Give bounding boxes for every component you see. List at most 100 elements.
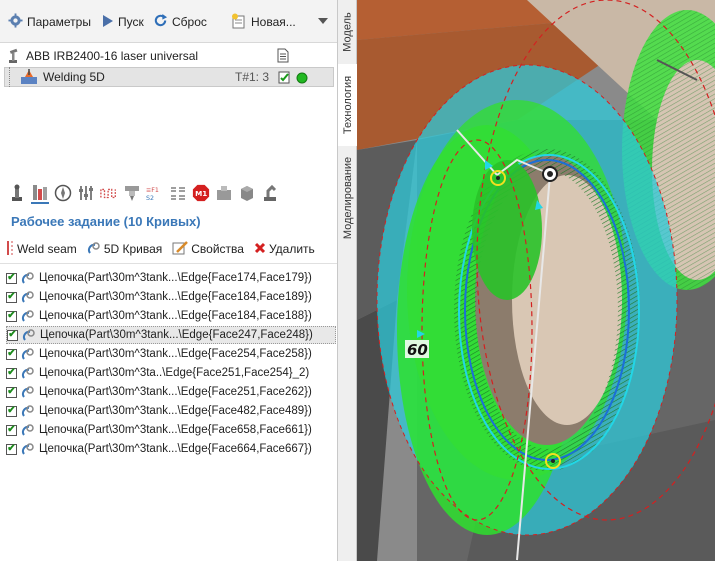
curve-chain-icon xyxy=(21,290,35,304)
weld-seam-icon xyxy=(6,240,14,259)
side-tabbar: Модель Технология Моделирование xyxy=(337,0,358,561)
welding-icon xyxy=(20,69,38,85)
sliders-icon[interactable] xyxy=(77,183,95,203)
compass-icon[interactable] xyxy=(54,183,72,203)
curve-chain-icon xyxy=(87,241,101,258)
curve-chain-icon xyxy=(21,404,35,418)
checkbox[interactable]: ✔ xyxy=(6,367,17,379)
checkbox[interactable]: ✔ xyxy=(6,443,17,455)
new-button[interactable]: Новая... xyxy=(231,13,296,31)
task-title: Рабочее задание (10 Кривых) xyxy=(11,214,201,229)
tree-connector xyxy=(9,67,20,87)
close-icon xyxy=(254,242,266,257)
stock-icon[interactable] xyxy=(215,183,233,203)
edit-check-icon[interactable] xyxy=(278,70,291,87)
curve-label: Цепочка(Part\30m^3tank...\Edge{Face174,F… xyxy=(39,272,312,284)
run-button[interactable]: Пуск xyxy=(102,13,144,31)
properties-icon xyxy=(172,240,189,258)
weld-seam-button[interactable]: Weld seam xyxy=(6,240,77,259)
divider xyxy=(0,263,337,264)
angle-label: 60 xyxy=(407,341,428,359)
tab-technology[interactable]: Технология xyxy=(338,64,358,146)
reset-label: Сброс xyxy=(172,15,207,29)
curve-chain-icon xyxy=(21,423,35,437)
tab-model[interactable]: Модель xyxy=(338,2,358,62)
weld-seam-label: Weld seam xyxy=(17,242,77,256)
order-icon[interactable] xyxy=(169,183,187,203)
properties-label: Свойства xyxy=(191,242,244,256)
run-label: Пуск xyxy=(118,15,144,29)
curve-list-item[interactable]: ✔ Цепочка(Part\30m^3tank...\Edge{Face251,… xyxy=(6,383,336,401)
curve-list-item[interactable]: ✔ Цепочка(Part\30m^3tank...\Edge{Face174,… xyxy=(6,269,336,287)
curve-list-item[interactable]: ✔ Цепочка(Part\30m^3tank...\Edge{Face658,… xyxy=(6,421,336,439)
curve-list-item[interactable]: ✔ Цепочка(Part\30m^3tank...\Edge{Face184,… xyxy=(6,288,336,306)
delete-button[interactable]: Удалить xyxy=(254,242,315,257)
operation-label: Welding 5D xyxy=(43,70,105,84)
play-icon xyxy=(102,14,114,31)
curve-label: Цепочка(Part\30m^3tank...\Edge{Face658,F… xyxy=(39,424,312,436)
robot-label: ABB IRB2400-16 laser universal xyxy=(26,49,199,63)
svg-text:≡F1: ≡F1 xyxy=(146,187,159,194)
robot-settings-icon[interactable] xyxy=(261,183,279,203)
reset-button[interactable]: Сброс xyxy=(153,13,207,31)
tool-icon[interactable] xyxy=(8,183,26,203)
curve-chain-icon xyxy=(22,328,36,342)
tab-simulation[interactable]: Моделирование xyxy=(338,148,358,248)
properties-button[interactable]: Свойства xyxy=(172,240,244,258)
technology-toolbar: ≡F1 S2 M1 xyxy=(8,181,279,205)
curve-label: Цепочка(Part\30m^3tank...\Edge{Face482,F… xyxy=(39,405,312,417)
gear-icon xyxy=(8,13,23,31)
curve-label: Цепочка(Part\30m^3tank...\Edge{Face184,F… xyxy=(39,310,312,322)
curve-list-item[interactable]: ✔ Цепочка(Part\30m^3tank...\Edge{Face482,… xyxy=(6,402,336,420)
curve-list-item[interactable]: ✔ Цепочка(Part\30m^3tank...\Edge{Face664,… xyxy=(6,440,336,458)
wave-path-icon[interactable] xyxy=(100,183,118,203)
new-label: Новая... xyxy=(251,15,296,29)
tool-label: T#1: 3 xyxy=(235,70,270,84)
curve-list-item[interactable]: ✔ Цепочка(Part\30m^3ta..\Edge{Face251,Fac… xyxy=(6,364,336,382)
document-icon[interactable] xyxy=(277,48,289,66)
checkbox[interactable]: ✔ xyxy=(6,405,17,417)
svg-text:M1: M1 xyxy=(195,189,207,198)
left-panel: Параметры Пуск Сброс Новая... ABB IRB240… xyxy=(0,0,337,561)
curve-chain-icon xyxy=(21,271,35,285)
curve-label: Цепочка(Part\30m^3tank...\Edge{Face247,F… xyxy=(40,329,313,341)
checkbox[interactable]: ✔ xyxy=(7,329,18,341)
refresh-icon xyxy=(153,13,168,31)
m1-stop-icon[interactable]: M1 xyxy=(192,183,210,203)
scene-graphic: 60 xyxy=(357,0,715,561)
checkbox[interactable]: ✔ xyxy=(6,310,17,322)
curve-list-item[interactable]: ✔ Цепочка(Part\30m^3tank...\Edge{Face247,… xyxy=(6,326,336,344)
curve-chain-icon xyxy=(21,385,35,399)
checkbox[interactable]: ✔ xyxy=(6,386,17,398)
3d-viewport[interactable]: 60 xyxy=(357,0,715,561)
delete-label: Удалить xyxy=(268,242,315,256)
robot-icon xyxy=(4,48,22,64)
curve-list-item[interactable]: ✔ Цепочка(Part\30m^3tank...\Edge{Face184,… xyxy=(6,307,336,325)
tree-item-welding[interactable]: Welding 5D T#1: 3 xyxy=(4,67,334,87)
params-label: Параметры xyxy=(27,15,91,29)
toolbar: Параметры Пуск Сброс Новая... xyxy=(0,0,337,43)
curve-label: Цепочка(Part\30m^3tank...\Edge{Face184,F… xyxy=(39,291,312,303)
f1-s2-icon[interactable]: ≡F1 S2 xyxy=(146,183,164,203)
curve-actions: Weld seam 5D Кривая Свойства Удалить xyxy=(6,240,315,258)
curve-list-item[interactable]: ✔ Цепочка(Part\30m^3tank...\Edge{Face254,… xyxy=(6,345,336,363)
curve-label: Цепочка(Part\30m^3ta..\Edge{Face251,Face… xyxy=(39,367,310,379)
new-document-icon xyxy=(231,13,247,32)
curve-chain-icon xyxy=(21,347,35,361)
status-dot-icon xyxy=(296,72,308,87)
params-button[interactable]: Параметры xyxy=(8,13,91,31)
checkbox[interactable]: ✔ xyxy=(6,272,17,284)
svg-text:S2: S2 xyxy=(146,195,154,202)
curve-5d-button[interactable]: 5D Кривая xyxy=(87,241,162,258)
checkbox[interactable]: ✔ xyxy=(6,424,17,436)
checkbox[interactable]: ✔ xyxy=(6,348,17,360)
cube-icon[interactable] xyxy=(238,183,256,203)
curve-label: Цепочка(Part\30m^3tank...\Edge{Face254,F… xyxy=(39,348,312,360)
tree-item-robot[interactable]: ABB IRB2400-16 laser universal xyxy=(4,46,334,66)
chevron-down-icon[interactable] xyxy=(318,18,328,24)
curve-chain-icon xyxy=(21,309,35,323)
drill-icon[interactable] xyxy=(123,183,141,203)
part-icon[interactable] xyxy=(31,182,49,204)
checkbox[interactable]: ✔ xyxy=(6,291,17,303)
curve-5d-label: 5D Кривая xyxy=(103,242,163,256)
